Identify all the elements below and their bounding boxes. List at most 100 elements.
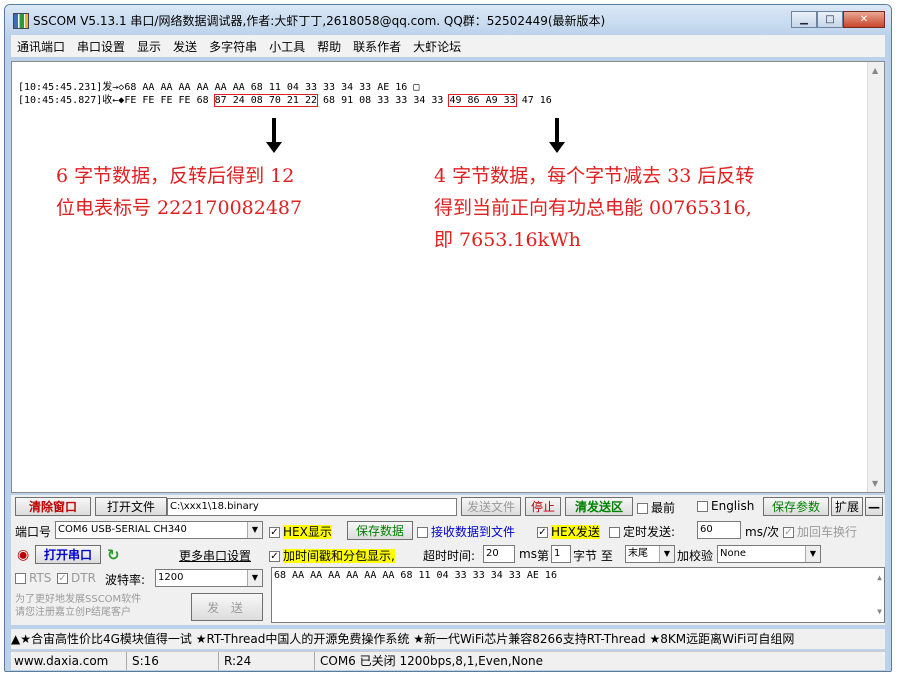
file-path-field[interactable]: C:\xxx1\18.binary: [167, 498, 457, 516]
status-website[interactable]: www.daxia.com: [11, 652, 127, 670]
energy-bytes: 49 86 A9 33: [448, 94, 517, 107]
baud-select[interactable]: 1200 ▼: [155, 569, 263, 587]
port-select[interactable]: COM6 USB-SERIAL CH340 ▼: [55, 521, 263, 539]
menu-item-send[interactable]: 发送: [167, 38, 203, 55]
baud-value: 1200: [158, 572, 184, 583]
front-checkbox[interactable]: 最前: [637, 499, 675, 516]
maximize-icon: □: [825, 14, 835, 25]
timeout-input[interactable]: 20: [483, 545, 515, 563]
minimize-button[interactable]: ▁: [791, 11, 817, 28]
status-bar: www.daxia.com S:16 R:24 COM6 已关闭 1200bps…: [11, 651, 885, 670]
timed-interval-input[interactable]: 60: [697, 521, 741, 539]
refresh-icon[interactable]: ↻: [107, 546, 120, 564]
menu-item-serial-settings[interactable]: 串口设置: [71, 38, 131, 55]
app-window: SSCOM V5.13.1 串口/网络数据调试器,作者:大虾丁丁,2618058…: [4, 4, 892, 672]
recv-to-file-label: 接收数据到文件: [431, 525, 516, 539]
scroll-up-icon[interactable]: ▲: [872, 66, 878, 75]
collapse-button[interactable]: —: [865, 497, 883, 516]
end-byte-value: 末尾: [628, 548, 648, 559]
hex-show-checkbox[interactable]: ✓ HEX显示: [269, 523, 332, 540]
clear-send-button[interactable]: 清发送区: [565, 497, 633, 516]
hex-send-checkbox-box[interactable]: ✓: [537, 527, 548, 538]
send-file-button[interactable]: 发送文件: [461, 497, 521, 516]
receive-area[interactable]: [10:45:45.231]发→◇68 AA AA AA AA AA AA 68…: [11, 61, 885, 493]
timed-send-checkbox-box[interactable]: [609, 527, 620, 538]
more-settings-link[interactable]: 更多串口设置: [179, 547, 251, 564]
received-suffix: 47 16: [515, 95, 552, 106]
dtr-checkbox-box[interactable]: ✓: [57, 573, 68, 584]
scroll-down-icon[interactable]: ▼: [872, 479, 878, 488]
ticker-banner[interactable]: ▲★合宙高性价比4G模块值得一试 ★RT-Thread中国人的开源免费操作系统 …: [11, 629, 885, 649]
timed-send-label: 定时发送:: [623, 525, 676, 539]
send-button[interactable]: 发 送: [191, 593, 263, 621]
minimize-icon: ▁: [800, 14, 808, 25]
clear-window-button[interactable]: 清除窗口: [15, 497, 91, 516]
menu-item-multistring[interactable]: 多字符串: [203, 38, 263, 55]
menu-item-contact[interactable]: 联系作者: [347, 38, 407, 55]
add-newline-checkbox-box[interactable]: ✓: [783, 527, 794, 538]
dtr-label: DTR: [71, 571, 96, 585]
timestamp-checkbox-box[interactable]: ✓: [269, 551, 280, 562]
annotation-right-line1: 4 字节数据，每个字节减去 33 后反转: [434, 165, 755, 187]
front-checkbox-box[interactable]: [637, 503, 648, 514]
english-checkbox-box[interactable]: [697, 501, 708, 512]
end-byte-select[interactable]: 末尾 ▼: [625, 545, 675, 563]
start-byte-input[interactable]: 1: [551, 545, 571, 563]
rts-label: RTS: [29, 571, 52, 585]
send-text: 68 AA AA AA AA AA AA 68 11 04 33 33 34 3…: [274, 570, 557, 581]
open-file-button[interactable]: 打开文件: [95, 497, 167, 516]
recv-to-file-checkbox[interactable]: 接收数据到文件: [417, 523, 515, 540]
checksum-value: None: [720, 548, 747, 559]
window-title: SSCOM V5.13.1 串口/网络数据调试器,作者:大虾丁丁,2618058…: [33, 14, 606, 28]
recv-to-file-checkbox-box[interactable]: [417, 527, 428, 538]
chevron-down-icon[interactable]: ▼: [247, 570, 262, 586]
timestamp-checkbox[interactable]: ✓ 加时间戳和分包显示,: [269, 547, 395, 564]
rts-checkbox-box[interactable]: [15, 573, 26, 584]
open-port-button[interactable]: 打开串口: [35, 545, 101, 564]
frame-label: 第: [537, 549, 550, 563]
chevron-down-icon[interactable]: ▼: [247, 522, 262, 538]
menu-item-forum[interactable]: 大虾论坛: [407, 38, 467, 55]
close-icon: ✕: [859, 14, 869, 25]
hex-send-checkbox[interactable]: ✓ HEX发送: [537, 523, 600, 540]
send-scroll-down-icon[interactable]: ▼: [877, 604, 882, 620]
send-scroll-up-icon[interactable]: ▲: [877, 570, 882, 586]
checksum-select[interactable]: None ▼: [717, 545, 821, 563]
control-panel: 清除窗口 打开文件 C:\xxx1\18.binary 发送文件 停止 清发送区…: [11, 495, 885, 625]
chevron-down-icon[interactable]: ▼: [659, 546, 674, 562]
promo-text[interactable]: 为了更好地发展SSCOM软件 请您注册嘉立创P结尾客户: [15, 593, 141, 619]
stop-button[interactable]: 停止: [525, 497, 561, 516]
down-arrow-left: [266, 118, 282, 153]
menu-item-tools[interactable]: 小工具: [263, 38, 311, 55]
chevron-down-icon[interactable]: ▼: [805, 546, 820, 562]
title-bar[interactable]: SSCOM V5.13.1 串口/网络数据调试器,作者:大虾丁丁,2618058…: [5, 5, 891, 35]
baud-label: 波特率:: [105, 573, 146, 587]
timeout-unit: ms: [519, 547, 537, 561]
menu-item-port[interactable]: 通讯端口: [11, 38, 71, 55]
annotation-right-line2: 得到当前正向有功总电能 00765316,: [434, 197, 752, 219]
port-status-icon: ◉: [17, 547, 30, 563]
dtr-checkbox[interactable]: ✓ DTR: [57, 571, 96, 585]
received-mid: 68 91 08 33 33 34 33: [317, 95, 450, 106]
receive-scrollbar[interactable]: ▲ ▼: [867, 62, 884, 492]
english-checkbox[interactable]: English: [697, 499, 754, 513]
menu-item-display[interactable]: 显示: [131, 38, 167, 55]
hex-show-checkbox-box[interactable]: ✓: [269, 527, 280, 538]
annotation-right-line3: 即 7653.16kWh: [434, 229, 581, 251]
byte-to-label: 字节 至: [573, 549, 613, 563]
menu-item-help[interactable]: 帮助: [311, 38, 347, 55]
rts-checkbox[interactable]: RTS: [15, 571, 51, 585]
expand-button[interactable]: 扩展: [831, 497, 863, 516]
hex-send-label: HEX发送: [551, 525, 600, 539]
send-text-area[interactable]: 68 AA AA AA AA AA AA 68 11 04 33 33 34 3…: [271, 567, 885, 623]
status-sent-count: S:16: [129, 652, 219, 670]
timestamp-label: 加时间戳和分包显示,: [283, 549, 395, 563]
timeout-label: 超时时间:: [423, 549, 476, 563]
timed-send-checkbox[interactable]: 定时发送:: [609, 523, 675, 540]
save-data-button[interactable]: 保存数据: [347, 521, 413, 540]
close-button[interactable]: ✕: [843, 11, 885, 28]
maximize-button[interactable]: □: [817, 11, 843, 28]
add-newline-checkbox[interactable]: ✓ 加回车换行: [783, 523, 857, 540]
save-params-button[interactable]: 保存参数: [763, 497, 829, 516]
annotation-left-line1: 6 字节数据，反转后得到 12: [56, 165, 295, 187]
